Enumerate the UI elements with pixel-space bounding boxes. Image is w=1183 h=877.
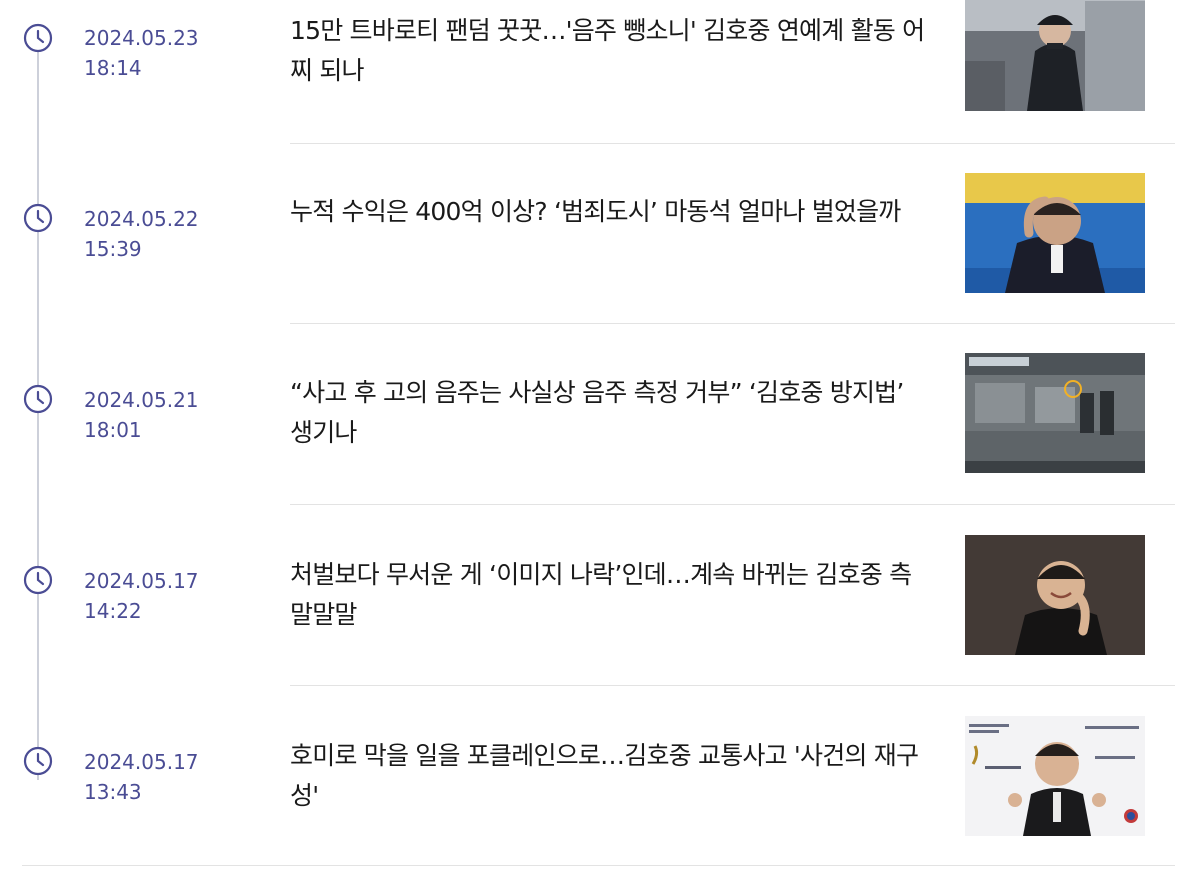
news-headline[interactable]: 누적 수익은 400억 이상? ‘범죄도시’ 마동석 얼마나 벌었을까 — [290, 192, 930, 232]
news-thumbnail[interactable] — [965, 535, 1145, 655]
news-time: 18:14 — [84, 56, 142, 80]
news-time: 15:39 — [84, 237, 142, 261]
news-date: 2024.05.17 — [84, 750, 199, 774]
news-time: 13:43 — [84, 780, 142, 804]
news-item: 2024.05.23 18:14 15만 트바로티 팬덤 꿋꿋…'음주 뺑소니'… — [0, 0, 1183, 144]
timestamp: 2024.05.17 13:43 — [84, 747, 199, 807]
news-item: 2024.05.22 15:39 누적 수익은 400억 이상? ‘범죄도시’ … — [0, 143, 1183, 324]
list-bottom-border — [22, 865, 1175, 866]
clock-icon — [22, 383, 54, 415]
clock-icon — [22, 564, 54, 596]
news-date: 2024.05.17 — [84, 569, 199, 593]
news-date: 2024.05.23 — [84, 26, 199, 50]
news-date: 2024.05.21 — [84, 388, 199, 412]
timestamp: 2024.05.17 14:22 — [84, 566, 199, 626]
news-item: 2024.05.17 13:43 호미로 막을 일을 포클레인으로…김호중 교통… — [0, 686, 1183, 867]
news-headline[interactable]: “사고 후 고의 음주는 사실상 음주 측정 거부” ‘김호중 방지법’ 생기나 — [290, 373, 930, 453]
news-date: 2024.05.22 — [84, 207, 199, 231]
news-item: 2024.05.17 14:22 처벌보다 무서운 게 ‘이미지 나락’인데…계… — [0, 505, 1183, 686]
timestamp: 2024.05.23 18:14 — [84, 23, 199, 83]
clock-icon — [22, 745, 54, 777]
news-headline[interactable]: 처벌보다 무서운 게 ‘이미지 나락’인데…계속 바뀌는 김호중 측 말말말 — [290, 555, 930, 635]
timestamp: 2024.05.22 15:39 — [84, 204, 199, 264]
news-thumbnail[interactable] — [965, 0, 1145, 111]
clock-icon — [22, 22, 54, 54]
clock-icon — [22, 202, 54, 234]
news-thumbnail[interactable] — [965, 716, 1145, 836]
news-headline[interactable]: 호미로 막을 일을 포클레인으로…김호중 교통사고 '사건의 재구성' — [290, 736, 930, 816]
news-time: 14:22 — [84, 599, 142, 623]
news-headline[interactable]: 15만 트바로티 팬덤 꿋꿋…'음주 뺑소니' 김호중 연예계 활동 어찌 되나 — [290, 11, 930, 91]
news-item: 2024.05.21 18:01 “사고 후 고의 음주는 사실상 음주 측정 … — [0, 324, 1183, 505]
news-time: 18:01 — [84, 418, 142, 442]
timestamp: 2024.05.21 18:01 — [84, 385, 199, 445]
news-thumbnail[interactable] — [965, 353, 1145, 473]
news-thumbnail[interactable] — [965, 173, 1145, 293]
